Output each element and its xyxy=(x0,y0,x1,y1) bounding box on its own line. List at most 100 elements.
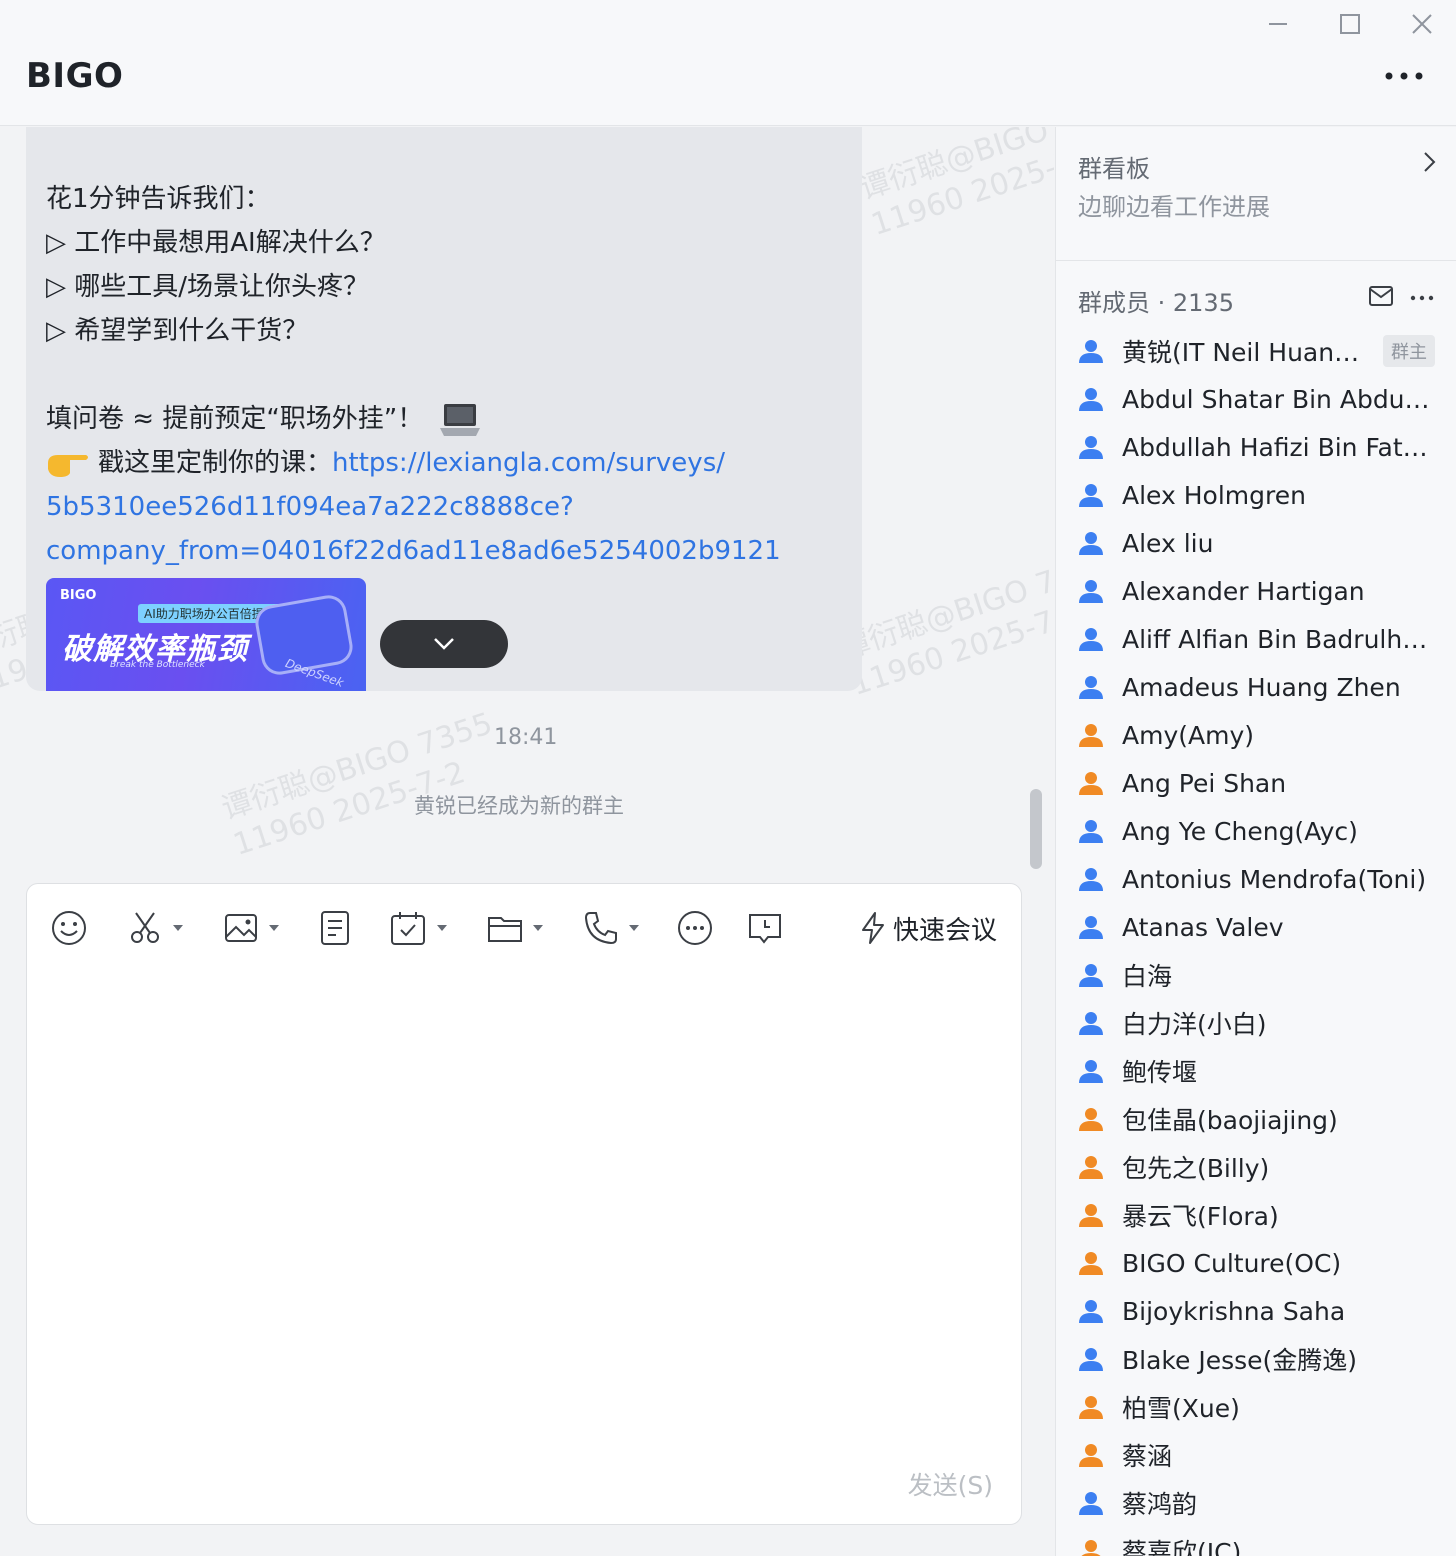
member-row[interactable]: 鲍传堰 xyxy=(1056,1047,1456,1095)
member-name: 包先之(Billy) xyxy=(1122,1154,1270,1183)
board-subtitle: 边聊边看工作进展 xyxy=(1078,193,1270,221)
member-row[interactable]: Abdullah Hafizi Bin Fathil xyxy=(1056,423,1456,471)
member-row[interactable]: 蔡嘉欣(JC) xyxy=(1056,1527,1456,1556)
more-horizontal-icon xyxy=(1385,72,1423,80)
group-board-card[interactable]: 群看板 边聊边看工作进展 xyxy=(1056,127,1456,261)
member-row[interactable]: 包佳晶(baojiajing) xyxy=(1056,1095,1456,1143)
person-icon xyxy=(1079,1300,1103,1323)
expand-message-button[interactable] xyxy=(380,620,508,668)
person-icon xyxy=(1079,964,1103,987)
doc-button[interactable] xyxy=(317,908,353,948)
survey-link[interactable]: https://lexiangla.com/surveys/ xyxy=(332,448,725,478)
member-row[interactable]: 暴云飞(Flora) xyxy=(1056,1191,1456,1239)
member-name: Blake Jesse(金腾逸) xyxy=(1122,1346,1358,1375)
person-icon xyxy=(1079,820,1103,843)
member-row[interactable]: 柏雪(Xue) xyxy=(1056,1383,1456,1431)
person-icon xyxy=(1079,484,1103,507)
person-icon xyxy=(1079,1396,1103,1419)
member-row[interactable]: Aliff Alfian Bin Badrulhish... xyxy=(1056,615,1456,663)
member-row[interactable]: Antonius Mendrofa(Toni) xyxy=(1056,855,1456,903)
folder-icon xyxy=(488,917,522,942)
person-icon xyxy=(1079,868,1103,891)
chat-area: 谭衍聪@BIGO 735511960 2025-7-2 谭衍聪@BIGO 735… xyxy=(0,127,1054,1556)
lightning-icon xyxy=(861,912,884,944)
member-name: 蔡涵 xyxy=(1122,1442,1173,1471)
survey-link[interactable]: company_from=04016f22d6ad11e8ad6e5254002… xyxy=(46,529,842,573)
person-icon xyxy=(1079,580,1103,603)
screenshot-button[interactable] xyxy=(127,908,183,948)
survey-link[interactable]: 5b5310ee526d11f094ea7a222c8888ce? xyxy=(46,485,842,529)
group-info-panel: 群看板 边聊边看工作进展 群成员 · 2135 黄锐(IT Neil Huang… xyxy=(1055,127,1456,1556)
person-icon xyxy=(1079,628,1103,651)
member-row[interactable]: 黄锐(IT Neil Huang ... 群主 xyxy=(1056,327,1456,375)
folder-button[interactable] xyxy=(487,908,543,948)
emoji-icon xyxy=(52,911,86,945)
member-name: 蔡鸿韵 xyxy=(1122,1490,1198,1519)
image-button[interactable] xyxy=(223,908,279,948)
member-row[interactable]: 包先之(Billy) xyxy=(1056,1143,1456,1191)
call-button[interactable] xyxy=(583,908,639,948)
watermark: 谭衍聪@BIGO 735511960 2025-7-2 xyxy=(855,127,1054,243)
phone-icon xyxy=(584,912,617,945)
more-tools-button[interactable] xyxy=(677,908,713,948)
member-row[interactable]: 蔡涵 xyxy=(1056,1431,1456,1479)
person-icon xyxy=(1079,772,1103,795)
emoji-button[interactable] xyxy=(51,908,87,948)
member-name: 蔡嘉欣(JC) xyxy=(1122,1538,1242,1556)
caret-down-icon xyxy=(533,925,543,931)
member-name: Aliff Alfian Bin Badrulhish... xyxy=(1122,624,1432,654)
person-icon xyxy=(1079,436,1103,459)
member-name: 白力洋(小白) xyxy=(1122,1010,1267,1039)
person-icon xyxy=(1079,1060,1103,1083)
member-row[interactable]: Alex liu xyxy=(1056,519,1456,567)
member-row[interactable]: 蔡鸿韵 xyxy=(1056,1479,1456,1527)
member-name: 包佳晶(baojiajing) xyxy=(1122,1106,1338,1135)
member-row[interactable]: Ang Pei Shan xyxy=(1056,759,1456,807)
members-more-icon[interactable] xyxy=(1410,287,1434,306)
message-line: 戳这里定制你的课：https://lexiangla.com/surveys/ xyxy=(46,441,842,485)
mail-icon[interactable] xyxy=(1368,285,1394,311)
maximize-button[interactable] xyxy=(1330,8,1370,40)
member-row[interactable]: Atanas Valev xyxy=(1056,903,1456,951)
task-icon xyxy=(391,912,425,945)
maximize-icon xyxy=(1340,14,1360,34)
member-row[interactable]: Alexander Hartigan xyxy=(1056,567,1456,615)
member-row[interactable]: Amadeus Huang Zhen xyxy=(1056,663,1456,711)
member-row[interactable]: Blake Jesse(金腾逸) xyxy=(1056,1335,1456,1383)
link-preview-banner[interactable]: BIGO AI助力职场办公百倍提效 破解效率瓶颈 Break the Bottl… xyxy=(46,578,366,691)
member-row[interactable]: 白力洋(小白) xyxy=(1056,999,1456,1047)
member-name: Amadeus Huang Zhen xyxy=(1122,672,1401,702)
message-composer[interactable]: 快速会议 发送(S) xyxy=(26,883,1022,1525)
member-name: Ang Ye Cheng(Ayc) xyxy=(1122,816,1358,846)
send-button[interactable]: 发送(S) xyxy=(908,1466,993,1502)
member-row[interactable]: Amy(Amy) xyxy=(1056,711,1456,759)
close-button[interactable] xyxy=(1402,8,1442,40)
member-name: Alex liu xyxy=(1122,528,1214,558)
member-row[interactable]: Ang Ye Cheng(Ayc) xyxy=(1056,807,1456,855)
chat-more-button[interactable] xyxy=(1382,60,1426,92)
task-button[interactable] xyxy=(389,908,447,948)
quick-meeting-button[interactable]: 快速会议 xyxy=(859,906,997,950)
message-line: 填问卷 ≈ 提前预定“职场外挂”！ xyxy=(46,397,842,441)
caret-down-icon xyxy=(629,925,639,931)
member-name: BIGO Culture(OC) xyxy=(1122,1248,1342,1278)
link-prefix: 戳这里定制你的课： xyxy=(98,448,333,478)
message-line: ▷ 哪些工具/场景让你头疼？ xyxy=(46,272,370,302)
caret-down-icon xyxy=(437,925,447,931)
minimize-icon xyxy=(1269,23,1287,25)
member-row[interactable]: Bijoykrishna Saha xyxy=(1056,1287,1456,1335)
owner-badge: 群主 xyxy=(1383,335,1435,367)
members-header: 群成员 · 2135 xyxy=(1078,289,1234,317)
chat-scrollbar[interactable] xyxy=(1030,789,1042,869)
member-row[interactable]: Alex Holmgren xyxy=(1056,471,1456,519)
person-icon xyxy=(1079,1252,1103,1275)
minimize-button[interactable] xyxy=(1258,8,1298,40)
schedule-message-button[interactable] xyxy=(747,908,783,948)
member-name: 白海 xyxy=(1122,962,1173,991)
member-row[interactable]: 白海 xyxy=(1056,951,1456,999)
quick-meeting-label: 快速会议 xyxy=(892,915,997,946)
message-bubble[interactable]: 花1分钟告诉我们： ▷ 工作中最想用AI解决什么？ ▷ 哪些工具/场景让你头疼？… xyxy=(26,127,862,691)
member-row[interactable]: BIGO Culture(OC) xyxy=(1056,1239,1456,1287)
watermark: 谭衍聪@BIGO 735511960 2025-7-2 xyxy=(835,546,1054,703)
member-row[interactable]: Abdul Shatar Bin Abdul S... xyxy=(1056,375,1456,423)
